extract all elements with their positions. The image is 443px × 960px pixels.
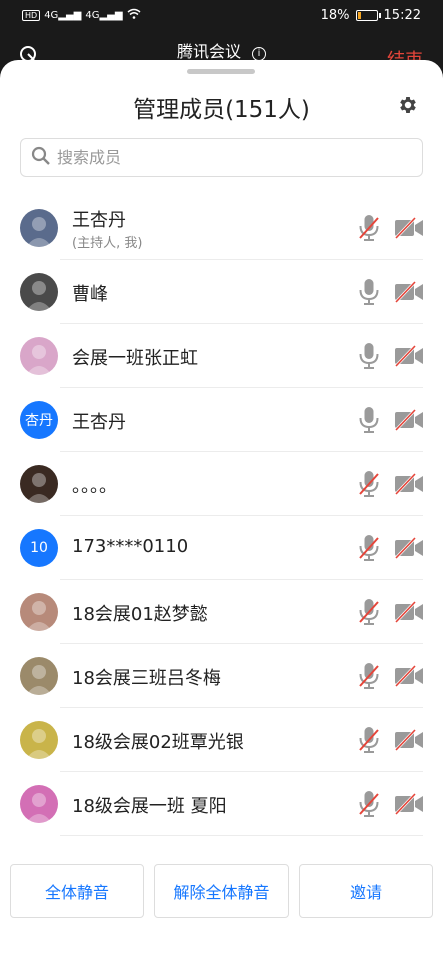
invite-button[interactable]: 邀请: [299, 864, 433, 918]
mic-icon[interactable]: [358, 278, 380, 306]
action-bar: 全体静音 解除全体静音 邀请: [0, 864, 443, 920]
member-name: 18级会展02班覃光银: [72, 732, 244, 753]
camera-off-icon[interactable]: [394, 344, 424, 368]
mic-icon[interactable]: [358, 406, 380, 434]
camera-off-icon[interactable]: [394, 600, 424, 624]
camera-off-icon[interactable]: [394, 472, 424, 496]
member-name: 18级会展一班 夏阳: [72, 796, 227, 817]
unmute-all-button[interactable]: 解除全体静音: [154, 864, 289, 918]
member-role: (主持人, 我): [72, 236, 143, 251]
avatar: [20, 209, 58, 247]
avatar: [20, 465, 58, 503]
member-name: 18会展三班吕冬梅: [72, 668, 221, 689]
avatar: [20, 593, 58, 631]
member-name: 王杏丹: [72, 412, 126, 433]
mute-all-button[interactable]: 全体静音: [10, 864, 144, 918]
member-row[interactable]: 18级会展一班 夏阳: [0, 772, 443, 836]
camera-off-icon[interactable]: [394, 408, 424, 432]
avatar: 杏丹: [20, 401, 58, 439]
info-icon[interactable]: i: [252, 47, 267, 61]
member-row[interactable]: 10 173****0110: [0, 516, 443, 580]
status-left-icons: HD 4G▂▄▆ 4G▂▄▆: [22, 8, 141, 22]
mic-muted-icon[interactable]: [358, 726, 380, 754]
member-row[interactable]: 曹峰: [0, 260, 443, 324]
member-name: 曹峰: [72, 284, 108, 305]
member-row[interactable]: 会展一班张正虹: [0, 324, 443, 388]
camera-off-icon[interactable]: [394, 280, 424, 304]
member-list: 王杏丹 (主持人, 我) 曹峰 会展一班张正虹 杏丹 王杏丹。。。。 10 173****01…: [0, 196, 443, 836]
mic-muted-icon[interactable]: [358, 790, 380, 818]
search-icon: [31, 146, 51, 170]
camera-off-icon[interactable]: [394, 728, 424, 752]
camera-off-icon[interactable]: [394, 536, 424, 560]
member-name: 18会展01赵梦懿: [72, 604, 208, 625]
avatar: [20, 785, 58, 823]
member-row[interactable]: 18会展01赵梦懿: [0, 580, 443, 644]
battery-percent: 18%: [320, 8, 350, 23]
row-divider: [60, 835, 423, 836]
avatar: [20, 721, 58, 759]
member-search-box[interactable]: [20, 138, 423, 177]
member-row[interactable]: 王杏丹 (主持人, 我): [0, 196, 443, 260]
member-row[interactable]: 。。。。: [0, 452, 443, 516]
camera-off-icon[interactable]: [394, 792, 424, 816]
avatar: [20, 337, 58, 375]
search-input[interactable]: [57, 148, 397, 167]
member-name: 会展一班张正虹: [72, 348, 198, 369]
member-name: 王杏丹: [72, 210, 126, 231]
manage-members-sheet: 管理成员(151人) 王杏丹(主持人, 我)曹峰会展一班张正虹杏丹王杏丹。。。。…: [0, 60, 443, 960]
member-row[interactable]: 18会展三班吕冬梅: [0, 644, 443, 708]
mic-muted-icon[interactable]: [358, 662, 380, 690]
meeting-title[interactable]: 腾讯会议 i: [0, 38, 443, 62]
member-row[interactable]: 杏丹 王杏丹: [0, 388, 443, 452]
member-name: 。。。。: [72, 476, 117, 497]
member-name: 173****0110: [72, 536, 189, 557]
avatar: 10: [20, 529, 58, 567]
mic-muted-icon[interactable]: [358, 598, 380, 626]
status-bar: HD 4G▂▄▆ 4G▂▄▆ 18% 15:22: [0, 0, 443, 34]
meeting-title-text: 腾讯会议: [176, 42, 241, 61]
status-right: 18% 15:22: [321, 8, 421, 23]
member-row[interactable]: 18级会展02班覃光银: [0, 708, 443, 772]
mic-icon[interactable]: [358, 342, 380, 370]
gear-icon[interactable]: [397, 94, 419, 116]
mic-muted-icon[interactable]: [358, 534, 380, 562]
signal-4g-icon: 4G▂▄▆: [44, 9, 82, 21]
battery-icon: [355, 10, 381, 21]
avatar: [20, 273, 58, 311]
sheet-drag-handle[interactable]: [187, 69, 255, 74]
clock: 15:22: [383, 8, 421, 23]
hd-icon: HD: [22, 9, 41, 21]
signal-4g-icon: 4G▂▄▆: [85, 9, 123, 21]
wifi-icon: [127, 8, 141, 22]
camera-off-icon[interactable]: [394, 216, 424, 240]
avatar: [20, 657, 58, 695]
mic-muted-icon[interactable]: [358, 214, 380, 242]
mic-muted-icon[interactable]: [358, 470, 380, 498]
camera-off-icon[interactable]: [394, 664, 424, 688]
sheet-title: 管理成员(151人): [133, 97, 310, 123]
